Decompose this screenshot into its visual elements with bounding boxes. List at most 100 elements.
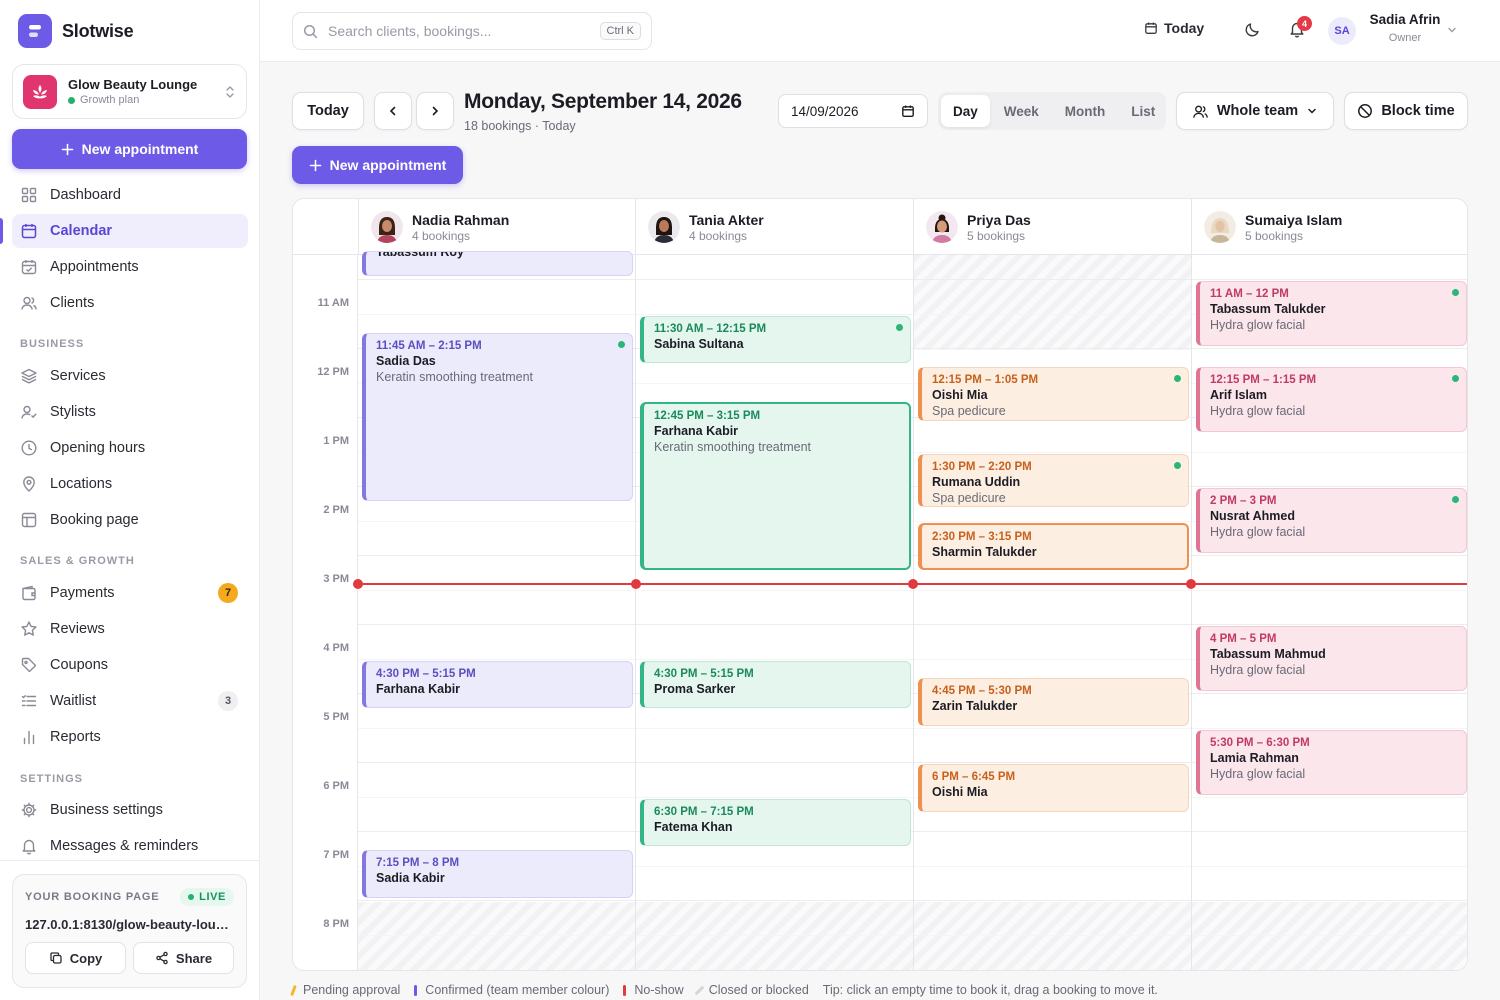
staff-avatar (926, 211, 958, 243)
sidebar-item-stylists[interactable]: Stylists (12, 395, 248, 429)
search-input[interactable] (328, 23, 590, 39)
appointment-card[interactable]: 11:45 AM – 2:15 PM Sadia Das Keratin smoot… (362, 333, 633, 501)
brand[interactable]: Slotwise (18, 14, 134, 48)
sidebar-item-booking-page[interactable]: Booking page (12, 503, 248, 537)
staff-column-header[interactable]: Priya Das 5 bookings (913, 199, 1191, 255)
view-tab-day[interactable]: Day (941, 95, 990, 127)
bar-chart-icon (20, 728, 38, 746)
appointment-client: Sadia Kabir (376, 871, 445, 885)
closed-swatch (694, 985, 705, 995)
sidebar-item-reviews[interactable]: Reviews (12, 612, 248, 646)
appointment-card[interactable]: 4:30 PM – 5:15 PM Farhana Kabir (362, 661, 633, 708)
team-filter-dropdown[interactable]: Whole team (1176, 92, 1334, 130)
date-picker-input[interactable]: 14/09/2026 (778, 94, 928, 128)
booking-page-url[interactable]: 127.0.0.1:8130/glow-beauty-lounge (25, 917, 234, 932)
appointment-card[interactable]: Tabassum Roy (362, 251, 633, 276)
view-tab-week[interactable]: Week (992, 95, 1051, 127)
share-link-button[interactable]: Share (133, 942, 234, 974)
calendar-icon (20, 222, 38, 240)
now-dot (353, 579, 363, 589)
calendar-grid[interactable]: 11 AM 12 PM 1 PM 2 PM 3 PM 4 PM 5 PM 6 PM 7 PM 8 … (293, 251, 1467, 970)
sidebar-item-business-settings[interactable]: Business settings (12, 793, 248, 827)
sidebar-item-appointments[interactable]: Appointments (12, 250, 248, 284)
staff-avatar (371, 211, 403, 243)
legend-pending: Pending approval (290, 983, 400, 997)
topbar-today-button[interactable]: Today (1144, 20, 1204, 36)
confirmed-status-dot (896, 324, 903, 331)
now-dot (1186, 579, 1196, 589)
new-appointment-button[interactable]: New appointment (292, 146, 463, 184)
sidebar-item-label: Reports (50, 729, 101, 745)
hour-label: 3 PM (323, 573, 349, 585)
staff-avatar (1204, 211, 1236, 243)
search-box[interactable]: Ctrl K (292, 12, 652, 50)
staff-name: Tania Akter (689, 211, 764, 228)
next-day-button[interactable] (416, 92, 454, 130)
appointment-time: 4:30 PM – 5:15 PM (376, 668, 476, 680)
sidebar-item-dashboard[interactable]: Dashboard (12, 178, 248, 212)
appointment-card[interactable]: 4:30 PM – 5:15 PM Proma Sarker (640, 661, 911, 708)
sidebar-item-label: Coupons (50, 657, 109, 673)
sidebar-item-waitlist[interactable]: Waitlist 3 (12, 684, 248, 718)
appointment-card[interactable]: 7:15 PM – 8 PM Sadia Kabir (362, 850, 633, 898)
appointment-card[interactable]: 1:30 PM – 2:20 PM Rumana Uddin Spa pedicur… (918, 454, 1189, 507)
appointment-time: 12:15 PM – 1:05 PM (932, 374, 1039, 386)
sidebar-section-settings: SETTINGS (20, 773, 84, 785)
business-plan-label: Growth plan (80, 94, 140, 106)
sidebar-item-calendar[interactable]: Calendar (0, 214, 248, 248)
sidebar-new-appointment-button[interactable]: New appointment (12, 129, 247, 169)
sidebar-item-locations[interactable]: Locations (12, 467, 248, 501)
hour-label: 1 PM (323, 435, 349, 447)
sidebar-item-opening-hours[interactable]: Opening hours (12, 431, 248, 465)
staff-column-header[interactable]: Sumaiya Islam 5 bookings (1191, 199, 1467, 255)
staff-column-header[interactable]: Nadia Rahman 4 bookings (358, 199, 635, 255)
appointment-service: Keratin smoothing treatment (654, 440, 812, 454)
appointment-card[interactable]: 6:30 PM – 7:15 PM Fatema Khan (640, 799, 911, 846)
date-picker-value: 14/09/2026 (791, 103, 859, 119)
sidebar-item-label: Services (50, 368, 106, 384)
sidebar-item-reports[interactable]: Reports (12, 720, 248, 754)
sidebar-item-clients[interactable]: Clients (12, 286, 248, 320)
chevron-right-icon (429, 105, 441, 117)
user-check-icon (20, 403, 38, 421)
chevron-up-down-icon (224, 85, 236, 99)
sidebar-item-messages-reminders[interactable]: Messages & reminders (12, 829, 248, 863)
appointment-card[interactable]: 11 AM – 12 PM Tabassum Talukder Hydra glow… (1196, 281, 1467, 346)
moon-icon[interactable] (1244, 21, 1261, 38)
appointment-card[interactable]: 12:15 PM – 1:15 PM Arif Islam Hydra glow f… (1196, 367, 1467, 432)
sidebar-item-coupons[interactable]: Coupons (12, 648, 248, 682)
calendar-icon (1144, 21, 1158, 35)
appointment-client: Proma Sarker (654, 682, 736, 696)
user-avatar[interactable]: SA (1328, 17, 1356, 45)
waitlist-count-badge: 3 (218, 691, 238, 711)
calendar-icon[interactable] (901, 104, 915, 118)
copy-link-button[interactable]: Copy (25, 942, 126, 974)
column-divider (913, 255, 914, 970)
today-button[interactable]: Today (292, 92, 364, 130)
hour-label: 11 AM (317, 297, 349, 309)
sidebar-section-sales: SALES & GROWTH (20, 555, 135, 567)
appointment-card[interactable]: 2:30 PM – 3:15 PM Sharmin Talukder (918, 523, 1189, 570)
appointment-card[interactable]: 6 PM – 6:45 PM Oishi Mia (918, 764, 1189, 812)
appointment-card[interactable]: 11:30 AM – 12:15 PM Sabina Sultana (640, 316, 911, 363)
appointment-card[interactable]: 12:15 PM – 1:05 PM Oishi Mia Spa pedicure (918, 367, 1189, 421)
appointment-card[interactable]: 4:45 PM – 5:30 PM Zarin Talukder (918, 678, 1189, 726)
appointment-client: Tabassum Roy (376, 251, 464, 259)
staff-column-header[interactable]: Tania Akter 4 bookings (635, 199, 913, 255)
notification-count-badge: 4 (1297, 16, 1312, 31)
user-menu[interactable]: Sadia Afrin Owner (1364, 12, 1446, 44)
sidebar-item-services[interactable]: Services (12, 359, 248, 393)
appointment-card[interactable]: 2 PM – 3 PM Nusrat Ahmed Hydra glow facial (1196, 488, 1467, 553)
previous-day-button[interactable] (374, 92, 412, 130)
appointment-card[interactable]: 4 PM – 5 PM Tabassum Mahmud Hydra glow fac… (1196, 626, 1467, 691)
block-time-button[interactable]: Block time (1344, 92, 1468, 130)
business-switcher[interactable]: Glow Beauty Lounge Growth plan (12, 64, 247, 119)
appointment-card[interactable]: 5:30 PM – 6:30 PM Lamia Rahman Hydra glow … (1196, 730, 1467, 795)
view-tab-month[interactable]: Month (1053, 95, 1117, 127)
appointment-card[interactable]: 12:45 PM – 3:15 PM Farhana Kabir Keratin s… (640, 402, 911, 570)
chevron-down-icon[interactable] (1446, 24, 1458, 36)
sidebar-item-payments[interactable]: Payments 7 (12, 576, 248, 610)
view-tab-list[interactable]: List (1119, 95, 1167, 127)
hour-label: 7 PM (323, 849, 349, 861)
staff-name: Priya Das (967, 211, 1031, 228)
